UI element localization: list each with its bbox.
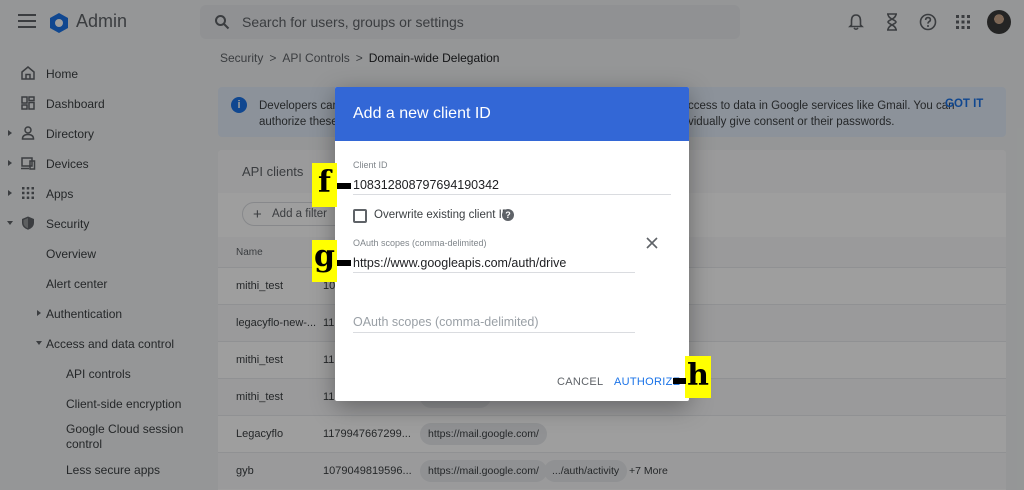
help-icon[interactable]: ? [502,209,514,221]
cancel-button[interactable]: CANCEL [557,376,603,388]
callout-leader [337,183,351,189]
callout-leader [337,260,351,266]
dialog-header: Add a new client ID [335,87,689,141]
oauth-scope-input-empty[interactable]: OAuth scopes (comma-delimited) [353,315,538,329]
overwrite-checkbox[interactable] [353,209,367,223]
callout-f: f [312,163,337,207]
oauth-scope-empty-underline [353,332,635,333]
authorize-button[interactable]: AUTHORIZE [614,376,680,388]
oauth-scopes-label: OAuth scopes (comma-delimited) [353,238,487,248]
client-id-label: Client ID [353,160,388,170]
dialog-title: Add a new client ID [353,105,491,122]
callout-h: h [685,356,711,398]
oauth-scope-underline [353,272,635,273]
remove-scope-close-icon[interactable] [644,235,660,251]
oauth-scope-field[interactable]: https://www.googleapis.com/auth/drive [353,256,566,270]
callout-g: g [312,240,337,282]
overwrite-checkbox-label[interactable]: Overwrite existing client ID [374,209,510,221]
client-id-field[interactable]: 108312808797694190342 [353,178,499,192]
callout-leader [673,378,686,384]
client-id-underline [353,194,671,195]
add-client-dialog: Add a new client ID Client ID 1083128087… [335,87,689,401]
